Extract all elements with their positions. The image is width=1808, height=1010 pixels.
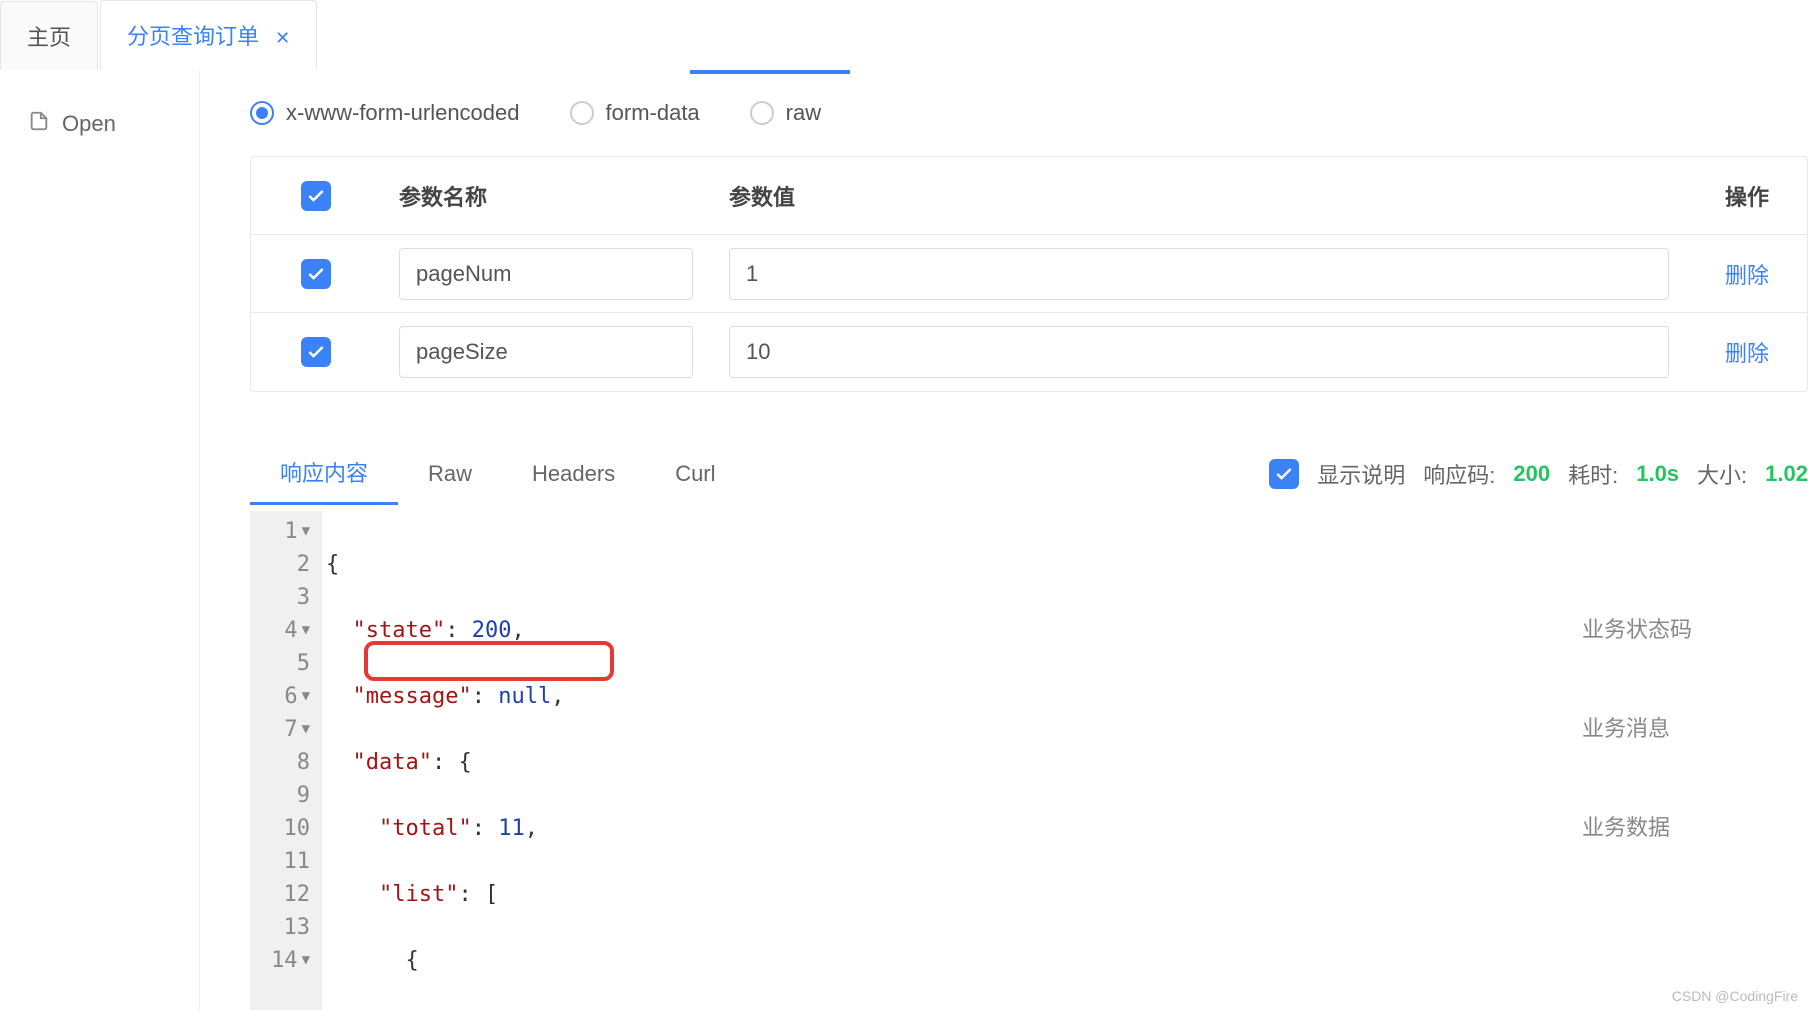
params-header-row: 参数名称 参数值 操作 bbox=[251, 157, 1807, 235]
resp-code-label: 响应码: bbox=[1423, 458, 1495, 490]
annotation-data: 业务数据 bbox=[1582, 812, 1714, 845]
response-tabs: 响应内容 Raw Headers Curl 显示说明 响应码: 200 耗时: … bbox=[250, 392, 1808, 505]
resp-tab-raw[interactable]: Raw bbox=[398, 447, 502, 501]
code-content: { "state": 200, "message": null, "data":… bbox=[322, 511, 763, 1010]
header-param-name: 参数名称 bbox=[381, 180, 711, 212]
radio-raw[interactable]: raw bbox=[750, 100, 821, 126]
radio-urlencoded[interactable]: x-www-form-urlencoded bbox=[250, 100, 520, 126]
table-row: 删除 bbox=[251, 313, 1807, 391]
param-name-input[interactable] bbox=[399, 326, 693, 378]
tabs-bar: 主页 分页查询订单 ✕ bbox=[0, 0, 1808, 70]
checkbox-row[interactable] bbox=[301, 259, 331, 289]
radio-icon bbox=[750, 101, 774, 125]
resp-time-label: 耗时: bbox=[1568, 458, 1618, 490]
sidebar: Open bbox=[0, 70, 200, 1010]
param-name-input[interactable] bbox=[399, 248, 693, 300]
response-annotations: 业务状态码 业务消息 业务数据 bbox=[1582, 548, 1714, 911]
param-value-input[interactable] bbox=[729, 326, 1669, 378]
annotation-message: 业务消息 bbox=[1582, 713, 1714, 746]
resp-tab-content[interactable]: 响应内容 bbox=[250, 442, 398, 505]
resp-size-value: 1.02 bbox=[1765, 461, 1808, 487]
radio-formdata-label: form-data bbox=[606, 100, 700, 126]
radio-urlencoded-label: x-www-form-urlencoded bbox=[286, 100, 520, 126]
close-icon[interactable]: ✕ bbox=[275, 28, 290, 48]
table-row: 删除 bbox=[251, 235, 1807, 313]
delete-button[interactable]: 删除 bbox=[1687, 336, 1807, 368]
resp-tab-curl[interactable]: Curl bbox=[645, 447, 745, 501]
tab-home[interactable]: 主页 bbox=[0, 1, 98, 70]
file-icon bbox=[28, 110, 50, 138]
tab-active[interactable]: 分页查询订单 ✕ bbox=[100, 0, 317, 70]
show-desc-label: 显示说明 bbox=[1317, 458, 1405, 490]
radio-formdata[interactable]: form-data bbox=[570, 100, 700, 126]
tab-active-label: 分页查询订单 bbox=[127, 24, 259, 49]
radio-icon bbox=[570, 101, 594, 125]
param-value-input[interactable] bbox=[729, 248, 1669, 300]
header-param-value: 参数值 bbox=[711, 180, 1687, 212]
response-code-viewer[interactable]: 1▼ 2 3 4▼ 5 6▼ 7▼ 8 9 10 11 12 13 14▼ { … bbox=[250, 511, 1808, 1010]
resp-code-value: 200 bbox=[1513, 461, 1550, 487]
body-type-selector: x-www-form-urlencoded form-data raw bbox=[250, 70, 1808, 146]
resp-time-value: 1.0s bbox=[1636, 461, 1679, 487]
annotation-state: 业务状态码 bbox=[1582, 614, 1714, 647]
radio-raw-label: raw bbox=[786, 100, 821, 126]
watermark: CSDN @CodingFire bbox=[1672, 988, 1798, 1004]
highlight-box bbox=[364, 641, 614, 681]
resp-size-label: 大小: bbox=[1697, 458, 1747, 490]
sidebar-open-label: Open bbox=[62, 111, 116, 137]
checkbox-show-desc[interactable] bbox=[1269, 459, 1299, 489]
checkbox-row[interactable] bbox=[301, 337, 331, 367]
active-tab-indicator bbox=[690, 70, 850, 74]
sidebar-item-open[interactable]: Open bbox=[0, 100, 199, 148]
line-gutter: 1▼ 2 3 4▼ 5 6▼ 7▼ 8 9 10 11 12 13 14▼ bbox=[250, 511, 322, 1010]
delete-button[interactable]: 删除 bbox=[1687, 258, 1807, 290]
resp-tab-headers[interactable]: Headers bbox=[502, 447, 645, 501]
radio-icon bbox=[250, 101, 274, 125]
params-table: 参数名称 参数值 操作 删除 删除 bbox=[250, 156, 1808, 392]
header-param-action: 操作 bbox=[1687, 180, 1807, 212]
response-meta: 显示说明 响应码: 200 耗时: 1.0s 大小: 1.02 bbox=[1269, 458, 1808, 490]
checkbox-all[interactable] bbox=[301, 181, 331, 211]
